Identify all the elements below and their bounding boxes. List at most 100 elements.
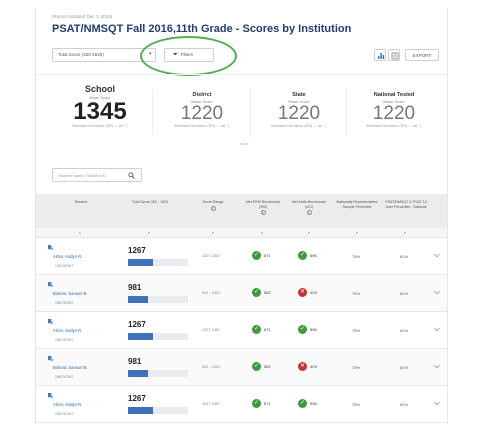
student-name-link[interactable]: Arbor, Katlyn R. [53, 402, 82, 407]
header-student[interactable]: Student [56, 200, 106, 205]
header-score-range[interactable]: Score Range i [192, 200, 234, 211]
divider [36, 74, 447, 75]
total-score-cell: 1267 [128, 320, 188, 340]
info-icon[interactable]: i [306, 210, 312, 216]
chevron-down-icon[interactable] [434, 364, 440, 369]
chevron-down-icon[interactable] [434, 327, 440, 332]
stat-sd: Standard Deviation (SD) — ## ⓘ [365, 124, 423, 128]
erw-score: 671 [264, 253, 271, 258]
report-updated: (Report Updated Dec 1, 2016) [52, 14, 113, 19]
show-more-label: Show [239, 142, 249, 146]
total-score: 981 [128, 357, 142, 366]
show-more-toggle[interactable]: ⌄ Show [234, 138, 254, 146]
grid-icon [391, 52, 399, 60]
table-header: Student Total Score 320 - 1520 Score Ran… [36, 194, 447, 228]
header-total-score[interactable]: Total Score 320 - 1520 [122, 200, 178, 205]
chart-view-button[interactable] [374, 49, 386, 61]
score-bar-fill [128, 259, 154, 266]
stat-name: National Tested [373, 92, 415, 98]
table-view-button[interactable] [388, 49, 400, 61]
total-score-cell: 981 [128, 283, 188, 303]
user-percentile: 81% [400, 291, 409, 296]
student-id: 1581782947 [55, 264, 74, 268]
info-icon[interactable]: i [260, 210, 266, 216]
chevron-down-icon[interactable] [434, 253, 440, 258]
total-score-cell: 1267 [128, 246, 188, 266]
stat-name: School [84, 84, 115, 94]
score-bar-fill [128, 370, 149, 377]
user-percentile: 81% [400, 328, 409, 333]
check-icon: ✓ [252, 325, 261, 334]
table-row[interactable]: Bolmar, Samuel B. 1581782947 981 941 - 1021… [36, 350, 447, 386]
info-icon[interactable]: i [210, 205, 216, 211]
student-name-link[interactable]: Bolmar, Samuel B. [53, 291, 88, 296]
math-score: 429 [310, 290, 317, 295]
filters-highlight-circle [140, 36, 237, 76]
stat-name: State [292, 92, 306, 98]
score-bar [128, 333, 188, 340]
check-icon: ✓ [298, 251, 307, 260]
sort-chevron-icon[interactable]: ▾ [212, 231, 214, 235]
sort-chevron-icon[interactable]: ▾ [404, 231, 406, 235]
national-stat: National Tested Mean Score 1220 Standard… [346, 92, 442, 152]
student-id: 1581782947 [55, 338, 74, 342]
header-user-percentile[interactable]: PSAT/NMSQT & PSAT 10 User Percentile - N… [382, 200, 430, 209]
check-icon: ✓ [298, 399, 307, 408]
x-icon: ✕ [298, 362, 307, 371]
national-percentile: 75% [352, 254, 361, 259]
table-row[interactable]: Arbor, Katlyn R. 1581782947 1267 1227-1307 ✓… [36, 313, 447, 349]
student-icon [48, 245, 53, 250]
score-range: 1227-1307 [202, 402, 221, 406]
header-erw-benchmark[interactable]: Met ERW Benchmark (390) i [242, 200, 284, 216]
score-bar [128, 370, 188, 377]
sort-chevron-icon[interactable]: ▾ [261, 231, 263, 235]
student-cell: Bolmar, Samuel B. 1581782947 [48, 282, 88, 305]
erw-score: 552 [264, 364, 271, 369]
check-icon: ✓ [298, 325, 307, 334]
table-row[interactable]: Arbor, Katlyn R. 1581782947 1267 1227-1307 ✓… [36, 387, 447, 423]
stat-value: 1220 [277, 103, 321, 124]
score-bar [128, 259, 188, 266]
chevron-down-icon[interactable] [434, 290, 440, 295]
check-icon: ✓ [252, 399, 261, 408]
score-bar [128, 407, 188, 414]
student-icon [48, 393, 53, 398]
score-range: 941 - 1021 [202, 291, 221, 295]
math-score: 429 [310, 364, 317, 369]
table-row[interactable]: Bolmar, Samuel B. 1581782947 981 941 - 1021… [36, 276, 447, 312]
header-math-benchmark[interactable]: Met Math Benchmark (421) i [288, 200, 330, 216]
header-national-percentile[interactable]: Nationally Representative Sample Percent… [334, 200, 380, 209]
score-range: 941 - 1021 [202, 365, 221, 369]
national-percentile: 75% [352, 365, 361, 370]
table-row[interactable]: Arbor, Katlyn R. 1581782947 1267 1227-1307 ✓… [36, 239, 447, 275]
total-score: 981 [128, 283, 142, 292]
user-percentile: 81% [400, 254, 409, 259]
total-score: 1267 [128, 394, 146, 403]
total-score: 1267 [128, 320, 146, 329]
sort-chevron-icon[interactable]: ▾ [356, 231, 358, 235]
sort-row: ▾ ▾ ▾ ▾ ▾ ▾ ▾ [36, 228, 447, 238]
student-name-link[interactable]: Arbor, Katlyn R. [53, 328, 82, 333]
sort-chevron-icon[interactable]: ▾ [308, 231, 310, 235]
search-icon[interactable] [128, 172, 135, 179]
stat-sd: Standard Deviation (SD) — ## ⓘ [173, 124, 231, 128]
student-icon [48, 282, 53, 287]
stat-sd: Standard Deviation (SD) — ## ⓘ [71, 124, 129, 128]
student-name-link[interactable]: Bolmar, Samuel B. [53, 365, 88, 370]
sort-chevron-icon[interactable]: ▾ [148, 231, 150, 235]
export-button[interactable]: EXPORT [405, 49, 439, 61]
student-id: 1581782947 [55, 301, 74, 305]
erw-score: 671 [264, 327, 271, 332]
stat-sd: Standard Deviation (SD) — ## ⓘ [270, 124, 328, 128]
national-percentile: 75% [352, 291, 361, 296]
header-label: Met ERW Benchmark (390) [245, 200, 281, 209]
check-icon: ✓ [252, 288, 261, 297]
chevron-down-icon[interactable] [434, 401, 440, 406]
check-icon: ✓ [252, 362, 261, 371]
x-icon: ✕ [298, 288, 307, 297]
header-label: Score Range [202, 200, 224, 204]
student-cell: Arbor, Katlyn R. 1581782947 [48, 245, 82, 268]
header-label: Total Score 320 - 1520 [131, 200, 169, 204]
student-name-link[interactable]: Arbor, Katlyn R. [53, 254, 82, 259]
sort-chevron-icon[interactable]: ▾ [79, 231, 81, 235]
